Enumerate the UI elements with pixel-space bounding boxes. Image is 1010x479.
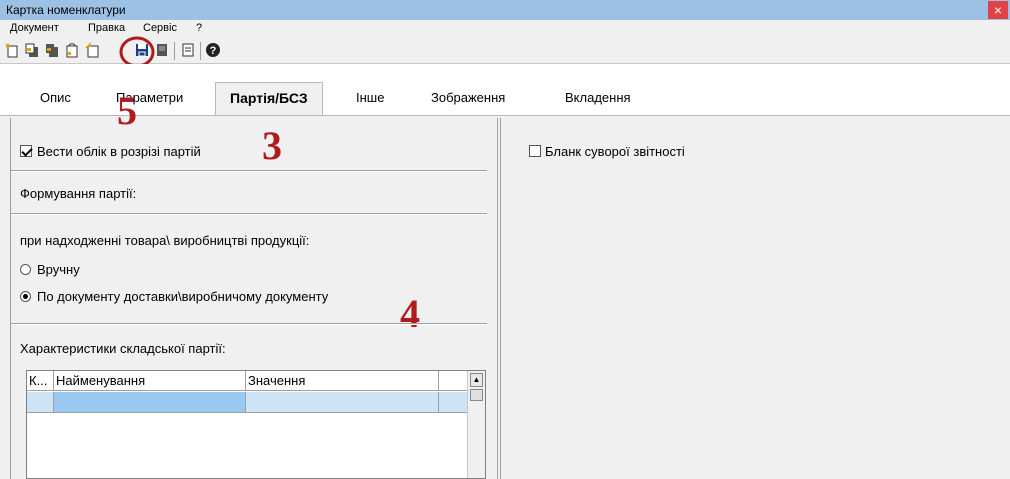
toolbar: ?: [0, 36, 1010, 68]
batch-accounting-label: Вести облік в розрізі партій: [37, 144, 201, 159]
menu-service[interactable]: Сервіс: [143, 22, 177, 34]
scroll-up-icon[interactable]: ▲: [470, 373, 483, 387]
tab-images[interactable]: Зображення: [431, 86, 505, 110]
strict-form-label: Бланк суворої звітності: [545, 144, 685, 159]
characteristics-grid[interactable]: К... Найменування Значення ▲: [26, 370, 486, 479]
radio-manual-label: Вручну: [37, 262, 80, 277]
delete-icon[interactable]: [154, 42, 170, 58]
tab-attachments[interactable]: Вкладення: [565, 86, 631, 110]
menu-edit[interactable]: Правка: [88, 22, 125, 34]
help-icon[interactable]: ?: [205, 42, 221, 58]
copy-doc-2-icon[interactable]: [44, 42, 60, 58]
column-header-name[interactable]: Найменування: [54, 371, 246, 391]
grid-header: К... Найменування Значення: [27, 371, 467, 391]
receipt-heading: при надходженні товара\ виробництві прод…: [20, 233, 310, 248]
tab-batch[interactable]: Партія/БСЗ: [215, 82, 323, 116]
new-doc-icon[interactable]: [4, 42, 20, 58]
toolbar-separator: [174, 42, 175, 60]
close-button[interactable]: ×: [988, 1, 1008, 19]
annotation-step-5: 5: [117, 88, 137, 133]
tab-other[interactable]: Інше: [356, 86, 384, 110]
menu-document[interactable]: Документ: [10, 22, 59, 34]
form-icon[interactable]: [180, 42, 196, 58]
radio-by-document-label: По документу доставки\виробничому докуме…: [37, 289, 329, 304]
column-header-value[interactable]: Значення: [246, 371, 439, 391]
toolbar-separator: [200, 42, 201, 60]
separator: [11, 213, 487, 215]
window-title: Картка номенклатури: [6, 3, 126, 17]
radio-by-document[interactable]: [20, 291, 31, 302]
characteristics-heading: Характеристики складської партії:: [20, 341, 226, 356]
tab-description[interactable]: Опис: [40, 86, 71, 110]
strict-form-checkbox[interactable]: [529, 145, 541, 157]
column-header-code[interactable]: К...: [27, 371, 54, 391]
annotation-step-3: 3: [262, 123, 282, 168]
formation-heading: Формування партії:: [20, 186, 137, 201]
radio-manual[interactable]: [20, 264, 31, 275]
tab-strip: Опис Параметри Партія/БСЗ Інше Зображенн…: [0, 64, 1010, 116]
separator: [11, 170, 487, 172]
tab-baseline: [0, 115, 1010, 116]
edit-doc-icon[interactable]: [64, 42, 80, 58]
menu-help[interactable]: ?: [196, 22, 202, 34]
scroll-thumb[interactable]: [470, 389, 483, 401]
refresh-doc-icon[interactable]: [84, 42, 100, 58]
copy-doc-icon[interactable]: [24, 42, 40, 58]
separator: [11, 323, 487, 325]
batch-accounting-checkbox[interactable]: [20, 145, 32, 157]
right-panel: [500, 118, 1010, 479]
grid-cell[interactable]: [27, 392, 54, 412]
annotation-step-4: 4: [400, 291, 420, 336]
table-row[interactable]: [27, 392, 467, 413]
grid-cell[interactable]: [54, 392, 246, 412]
help-glyph: ?: [210, 45, 217, 57]
title-bar: Картка номенклатури ×: [0, 0, 1010, 20]
grid-scrollbar[interactable]: ▲: [467, 371, 485, 478]
grid-cell[interactable]: [246, 392, 439, 412]
